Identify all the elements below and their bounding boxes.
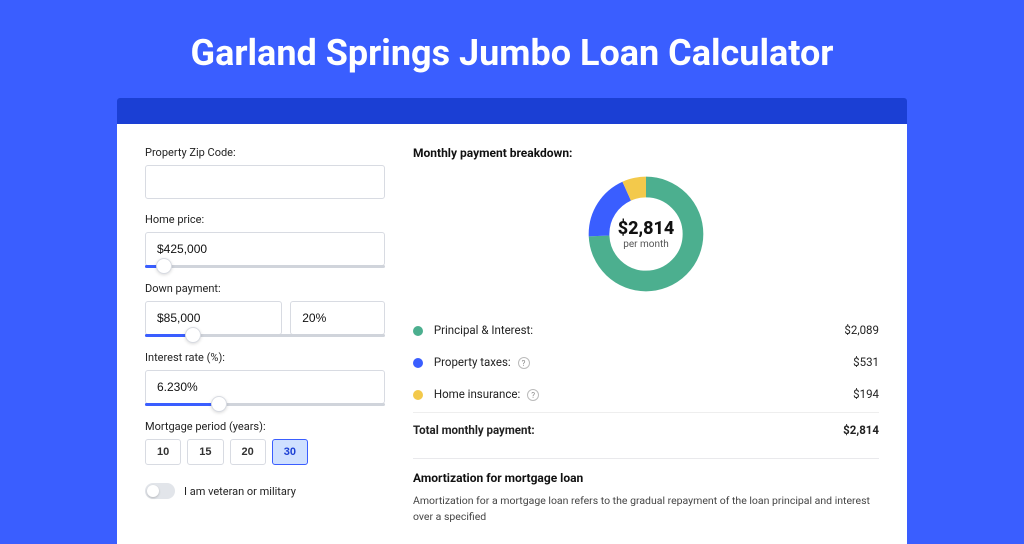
donut-chart: $2,814 per month bbox=[584, 172, 708, 296]
amortization-title: Amortization for mortgage loan bbox=[413, 471, 879, 485]
donut-center-sub: per month bbox=[623, 239, 669, 250]
total-label: Total monthly payment: bbox=[413, 423, 535, 437]
total-value: $2,814 bbox=[843, 423, 879, 437]
veteran-row: I am veteran or military bbox=[145, 483, 385, 499]
home-price-label: Home price: bbox=[145, 213, 385, 226]
down-payment-label: Down payment: bbox=[145, 282, 385, 295]
down-payment-pct-input[interactable] bbox=[290, 301, 385, 335]
amortization-section: Amortization for mortgage loan Amortizat… bbox=[413, 458, 879, 525]
dot-icon bbox=[413, 326, 423, 336]
down-payment-amount-input[interactable] bbox=[145, 301, 282, 335]
zip-label: Property Zip Code: bbox=[145, 146, 385, 159]
home-price-slider[interactable] bbox=[145, 265, 385, 268]
breakdown-label: Principal & Interest: bbox=[434, 323, 533, 337]
breakdown-value: $2,089 bbox=[844, 323, 879, 337]
zip-input[interactable] bbox=[145, 165, 385, 199]
slider-thumb[interactable] bbox=[185, 327, 201, 343]
accent-bar bbox=[117, 98, 907, 124]
veteran-label: I am veteran or military bbox=[184, 485, 296, 498]
breakdown-label: Home insurance: bbox=[434, 387, 520, 401]
help-icon[interactable]: ? bbox=[527, 389, 539, 401]
zip-group: Property Zip Code: bbox=[145, 146, 385, 199]
home-price-group: Home price: bbox=[145, 213, 385, 268]
breakdown-row-total: Total monthly payment: $2,814 bbox=[413, 412, 879, 446]
down-payment-group: Down payment: bbox=[145, 282, 385, 337]
toggle-knob bbox=[147, 485, 159, 497]
form-panel: Property Zip Code: Home price: Down paym… bbox=[145, 146, 385, 544]
breakdown-value: $531 bbox=[853, 355, 879, 369]
home-price-input[interactable] bbox=[145, 232, 385, 266]
breakdown-label: Property taxes: bbox=[434, 355, 511, 369]
dot-icon bbox=[413, 358, 423, 368]
slider-thumb[interactable] bbox=[156, 258, 172, 274]
amortization-text: Amortization for a mortgage loan refers … bbox=[413, 493, 879, 525]
breakdown-row-insurance: Home insurance: ? $194 bbox=[413, 378, 879, 410]
veteran-toggle[interactable] bbox=[145, 483, 175, 499]
donut-center-amount: $2,814 bbox=[618, 218, 675, 239]
down-payment-slider[interactable] bbox=[145, 334, 385, 337]
period-label: Mortgage period (years): bbox=[145, 420, 385, 433]
help-icon[interactable]: ? bbox=[518, 357, 530, 369]
period-row: 10 15 20 30 bbox=[145, 439, 385, 465]
calculator-card: Property Zip Code: Home price: Down paym… bbox=[117, 124, 907, 544]
donut-chart-wrap: $2,814 per month bbox=[413, 172, 879, 296]
breakdown-row-principal: Principal & Interest: $2,089 bbox=[413, 314, 879, 346]
dot-icon bbox=[413, 390, 423, 400]
page-title: Garland Springs Jumbo Loan Calculator bbox=[0, 0, 1024, 98]
period-option-30[interactable]: 30 bbox=[272, 439, 308, 465]
breakdown-panel: Monthly payment breakdown: $2,814 per mo… bbox=[413, 146, 879, 544]
interest-rate-group: Interest rate (%): bbox=[145, 351, 385, 406]
interest-rate-label: Interest rate (%): bbox=[145, 351, 385, 364]
breakdown-title: Monthly payment breakdown: bbox=[413, 146, 879, 160]
period-option-15[interactable]: 15 bbox=[187, 439, 223, 465]
period-option-10[interactable]: 10 bbox=[145, 439, 181, 465]
interest-rate-slider[interactable] bbox=[145, 403, 385, 406]
period-group: Mortgage period (years): 10 15 20 30 bbox=[145, 420, 385, 465]
breakdown-row-taxes: Property taxes: ? $531 bbox=[413, 346, 879, 378]
period-option-20[interactable]: 20 bbox=[230, 439, 266, 465]
breakdown-value: $194 bbox=[853, 387, 879, 401]
interest-rate-input[interactable] bbox=[145, 370, 385, 404]
slider-thumb[interactable] bbox=[211, 396, 227, 412]
